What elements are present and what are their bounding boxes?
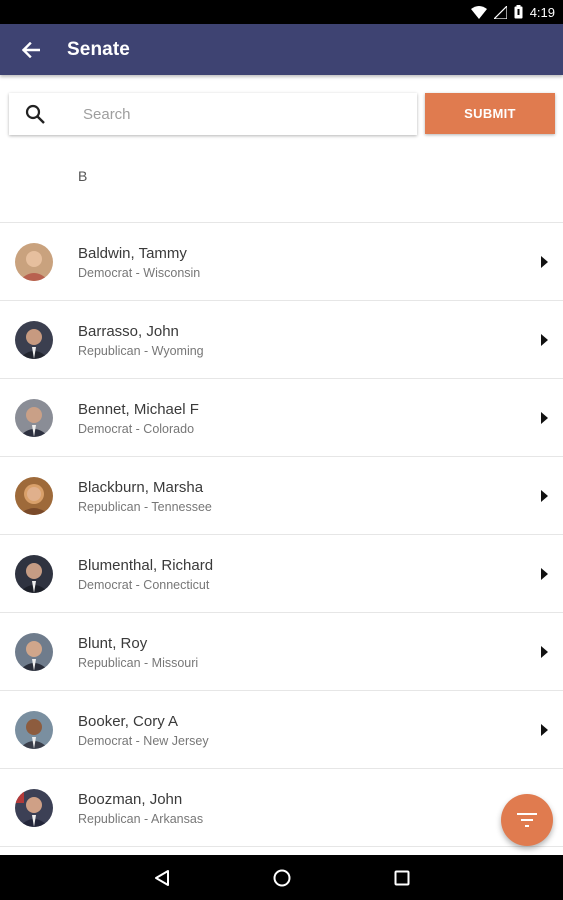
filter-button[interactable] <box>501 794 553 846</box>
app-bar: Senate <box>0 24 563 75</box>
system-nav-bar <box>0 855 563 900</box>
avatar <box>15 633 53 671</box>
circle-home-icon <box>273 869 290 886</box>
avatar <box>15 477 53 515</box>
avatar <box>15 321 53 359</box>
battery-icon <box>514 5 523 19</box>
list-item[interactable]: Booker, Cory A Democrat - New Jersey <box>0 690 563 768</box>
senator-party-state: Democrat - Colorado <box>78 422 195 436</box>
senator-name: Boozman, John <box>78 791 183 808</box>
square-recents-icon <box>394 870 409 885</box>
list-item[interactable]: Baldwin, Tammy Democrat - Wisconsin <box>0 222 563 300</box>
list-item[interactable]: Barrasso, John Republican - Wyoming <box>0 300 563 378</box>
status-bar: 4:19 <box>0 0 563 24</box>
list-item[interactable]: Blackburn, Marsha Republican - Tennessee <box>0 456 563 534</box>
senator-party-state: Republican - Arkansas <box>78 812 204 826</box>
senator-party-state: Republican - Wyoming <box>78 344 204 358</box>
status-time: 4:19 <box>529 4 555 20</box>
senator-name: Blumenthal, Richard <box>78 557 214 574</box>
senator-name: Booker, Cory A <box>78 713 179 730</box>
chevron-right-icon <box>541 334 548 346</box>
chevron-right-icon <box>541 490 548 502</box>
chevron-right-icon <box>541 568 548 580</box>
senator-name: Barrasso, John <box>78 323 179 340</box>
avatar <box>15 243 53 281</box>
section-header-letter: B <box>78 168 88 184</box>
senator-party-state: Republican - Tennessee <box>78 500 212 514</box>
list-item[interactable]: Bennet, Michael F Democrat - Colorado <box>0 378 563 456</box>
triangle-back-icon <box>154 869 169 886</box>
submit-button[interactable]: SUBMIT <box>425 93 555 134</box>
senator-party-state: Democrat - Connecticut <box>78 578 210 592</box>
senator-party-state: Democrat - Wisconsin <box>78 266 201 280</box>
chevron-right-icon <box>541 724 548 736</box>
back-button[interactable] <box>0 24 62 75</box>
senator-name: Blunt, Roy <box>78 635 148 652</box>
search-input[interactable] <box>83 105 383 123</box>
avatar <box>15 711 53 749</box>
page-title: Senate <box>67 38 130 60</box>
list-item[interactable]: Boozman, John Republican - Arkansas <box>0 768 563 846</box>
avatar <box>15 555 53 593</box>
filter-icon <box>517 813 537 827</box>
chevron-right-icon <box>541 256 548 268</box>
senator-list: Baldwin, Tammy Democrat - Wisconsin Barr… <box>0 222 563 900</box>
chevron-right-icon <box>541 646 548 658</box>
search-icon <box>9 104 61 124</box>
senator-party-state: Democrat - New Jersey <box>78 734 209 748</box>
senator-name: Blackburn, Marsha <box>78 479 204 496</box>
wifi-icon <box>470 5 487 19</box>
arrow-left-icon <box>22 41 40 58</box>
nav-back-button[interactable] <box>102 855 222 900</box>
list-item[interactable]: Blunt, Roy Republican - Missouri <box>0 612 563 690</box>
chevron-right-icon <box>541 412 548 424</box>
senator-party-state: Republican - Missouri <box>78 656 199 670</box>
senator-name: Bennet, Michael F <box>78 401 199 418</box>
senator-name: Baldwin, Tammy <box>78 245 187 262</box>
nav-recents-button[interactable] <box>342 855 462 900</box>
cell-signal-icon <box>493 5 507 19</box>
search-box[interactable] <box>9 93 417 135</box>
nav-home-button[interactable] <box>222 855 342 900</box>
list-item[interactable]: Blumenthal, Richard Democrat - Connectic… <box>0 534 563 612</box>
avatar <box>15 789 53 827</box>
avatar <box>15 399 53 437</box>
